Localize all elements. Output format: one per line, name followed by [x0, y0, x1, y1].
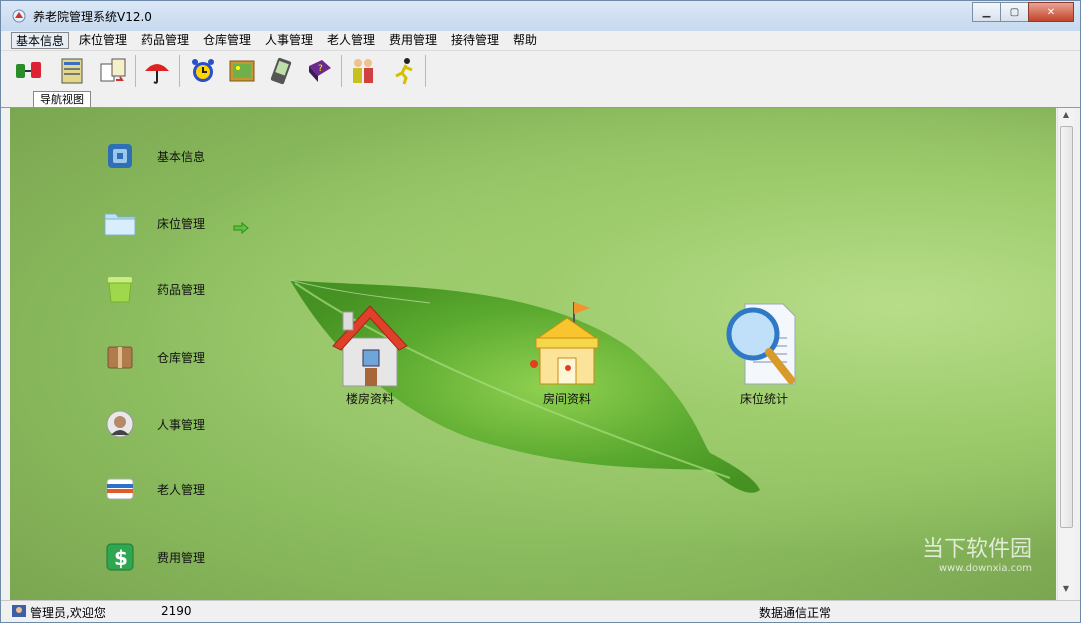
watermark-url: www.downxia.com — [938, 563, 1032, 574]
menu-elderly-management[interactable]: 老人管理 — [323, 32, 379, 49]
notebook-icon[interactable] — [56, 55, 88, 87]
person-photo-icon — [103, 407, 137, 441]
toolbar-separator — [135, 55, 136, 87]
maximize-button[interactable]: ▢ — [1000, 2, 1029, 22]
info-cabinet-icon — [103, 139, 137, 173]
nav-item-hr-management[interactable]: 人事管理 — [103, 406, 205, 442]
document-exchange-icon[interactable] — [97, 55, 129, 87]
magnifier-document-icon — [719, 298, 809, 390]
nav-item-elderly-management[interactable]: 老人管理 — [103, 471, 205, 507]
menu-reception-management[interactable]: 接待管理 — [447, 32, 503, 49]
card-icon — [103, 472, 137, 506]
tab-navigation-view[interactable]: 导航视图 — [33, 91, 91, 107]
status-communication: 数据通信正常 — [759, 606, 832, 620]
close-button[interactable]: ✕ — [1028, 2, 1074, 22]
tab-strip: 导航视图 — [1, 91, 1080, 108]
nav-label: 人事管理 — [157, 417, 206, 432]
watermark-text: 当下软件园 — [921, 537, 1032, 562]
scroll-up-arrow-icon[interactable]: ▲ — [1060, 110, 1072, 124]
status-bar: 管理员,欢迎您 2190 数据通信正常 — [1, 600, 1080, 622]
shop-building-icon — [522, 298, 612, 390]
vertical-scrollbar[interactable]: ▲ ▼ — [1057, 108, 1074, 600]
menu-bed-management[interactable]: 床位管理 — [75, 32, 131, 49]
scroll-thumb[interactable] — [1060, 126, 1073, 528]
toolbar-separator — [341, 55, 342, 87]
svg-text:?: ? — [318, 64, 323, 74]
feature-label: 楼房资料 — [345, 392, 394, 406]
menu-fee-management[interactable]: 费用管理 — [385, 32, 441, 49]
nav-label: 仓库管理 — [157, 350, 206, 365]
menu-bar: 基本信息 床位管理 药品管理 仓库管理 人事管理 老人管理 费用管理 接待管理 … — [1, 31, 1080, 51]
svg-text:$: $ — [114, 546, 128, 570]
nav-label: 药品管理 — [157, 282, 206, 297]
connect-icon[interactable] — [13, 55, 45, 87]
running-man-icon[interactable] — [389, 55, 421, 87]
status-user: 管理员,欢迎您 — [30, 606, 106, 620]
feature-room-info[interactable]: 房间资料 — [522, 298, 612, 407]
feature-label: 房间资料 — [542, 392, 591, 406]
feature-building-info[interactable]: 楼房资料 — [325, 298, 415, 407]
minimize-button[interactable]: ▁ — [972, 2, 1001, 22]
folder-icon — [103, 206, 137, 240]
people-group-icon[interactable] — [347, 55, 379, 87]
navigation-view-panel: 基本信息 床位管理 药品管理 仓库管理 人事管理 老人管理 $ 费用管理 楼房资… — [10, 108, 1056, 600]
nav-item-medicine-management[interactable]: 药品管理 — [103, 271, 205, 307]
menu-basic-info[interactable]: 基本信息 — [11, 32, 70, 49]
menu-warehouse-management[interactable]: 仓库管理 — [199, 32, 255, 49]
pda-device-icon[interactable] — [265, 55, 297, 87]
feature-label: 床位统计 — [739, 392, 788, 406]
watermark: 当下软件园 www.downxia.com — [922, 531, 1032, 574]
help-book-icon[interactable]: ? — [303, 55, 335, 87]
umbrella-icon[interactable] — [141, 55, 173, 87]
picture-frame-icon[interactable] — [226, 55, 258, 87]
menu-hr-management[interactable]: 人事管理 — [261, 32, 317, 49]
nav-item-fee-management[interactable]: $ 费用管理 — [103, 539, 205, 575]
nav-label: 老人管理 — [157, 482, 206, 497]
dollar-icon: $ — [103, 540, 137, 574]
nav-item-bed-management[interactable]: 床位管理 — [103, 205, 205, 241]
window-title: 养老院管理系统V12.0 — [33, 10, 152, 24]
nav-item-warehouse-management[interactable]: 仓库管理 — [103, 339, 205, 375]
package-icon — [103, 340, 137, 374]
toolbar-separator — [179, 55, 180, 87]
alarm-clock-icon[interactable] — [187, 55, 219, 87]
app-logo-icon — [12, 9, 26, 23]
toolbar-separator — [425, 55, 426, 87]
menu-medicine-management[interactable]: 药品管理 — [137, 32, 193, 49]
nav-label: 床位管理 — [157, 216, 206, 231]
app-window: 养老院管理系统V12.0 ▁ ▢ ✕ 基本信息 床位管理 药品管理 仓库管理 人… — [0, 0, 1081, 623]
scroll-down-arrow-icon[interactable]: ▼ — [1060, 584, 1072, 598]
menu-help[interactable]: 帮助 — [509, 32, 541, 49]
selected-arrow-icon — [233, 221, 249, 237]
toolbar: ? — [1, 51, 1080, 91]
title-bar: 养老院管理系统V12.0 ▁ ▢ ✕ — [1, 1, 1080, 32]
status-code: 2190 — [161, 604, 192, 618]
house-icon — [325, 298, 415, 390]
nav-label: 费用管理 — [157, 550, 206, 565]
user-icon — [11, 604, 27, 621]
green-box-icon — [103, 272, 137, 306]
nav-label: 基本信息 — [157, 149, 206, 164]
nav-item-basic-info[interactable]: 基本信息 — [103, 138, 205, 174]
feature-bed-statistics[interactable]: 床位统计 — [719, 298, 809, 407]
